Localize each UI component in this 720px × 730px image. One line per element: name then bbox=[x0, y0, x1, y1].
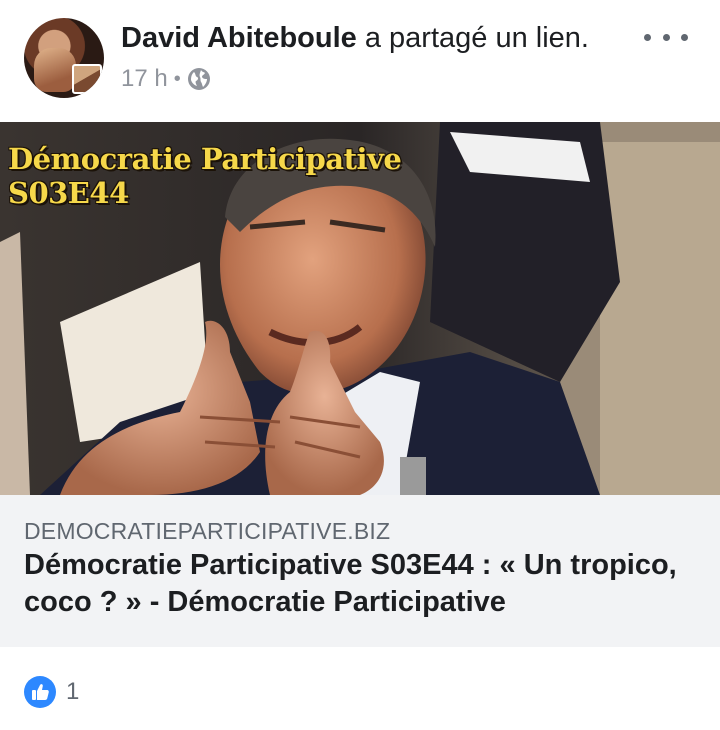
more-dot bbox=[662, 33, 670, 41]
post-meta: 17 h • bbox=[121, 64, 211, 94]
like-icon bbox=[24, 676, 56, 708]
more-dot bbox=[644, 33, 651, 41]
avatar-face bbox=[34, 48, 76, 92]
image-title-line-2: S03E44 bbox=[8, 176, 129, 210]
meta-separator: • bbox=[173, 68, 181, 90]
post-timestamp[interactable]: 17 h bbox=[121, 64, 168, 94]
image-title-line-1: Démocratie Participative bbox=[8, 142, 402, 176]
facebook-post: David Abiteboule a partagé un lien. 17 h… bbox=[0, 0, 720, 730]
more-options-icon[interactable] bbox=[644, 24, 688, 50]
avatar-secondary-photo bbox=[72, 64, 102, 94]
author-avatar[interactable] bbox=[24, 18, 104, 98]
post-header: David Abiteboule a partagé un lien. 17 h… bbox=[0, 0, 720, 122]
globe-icon[interactable] bbox=[187, 67, 211, 91]
author-line: David Abiteboule a partagé un lien. bbox=[121, 21, 589, 55]
link-title[interactable]: Démocratie Participative S03E44 : « Un t… bbox=[24, 547, 696, 621]
image-overlay-title: Démocratie Participative S03E44 bbox=[8, 142, 402, 210]
reaction-count: 1 bbox=[66, 678, 80, 705]
link-caption[interactable]: DEMOCRATIEPARTICIPATIVE.BIZ Démocratie P… bbox=[0, 495, 720, 647]
link-domain: DEMOCRATIEPARTICIPATIVE.BIZ bbox=[24, 518, 391, 544]
link-preview-image[interactable]: Démocratie Participative S03E44 bbox=[0, 122, 720, 495]
reactions-summary[interactable]: 1 bbox=[24, 675, 79, 709]
author-action: a partagé un lien. bbox=[364, 22, 589, 54]
author-name[interactable]: David Abiteboule bbox=[121, 22, 357, 54]
more-dot bbox=[681, 33, 688, 41]
